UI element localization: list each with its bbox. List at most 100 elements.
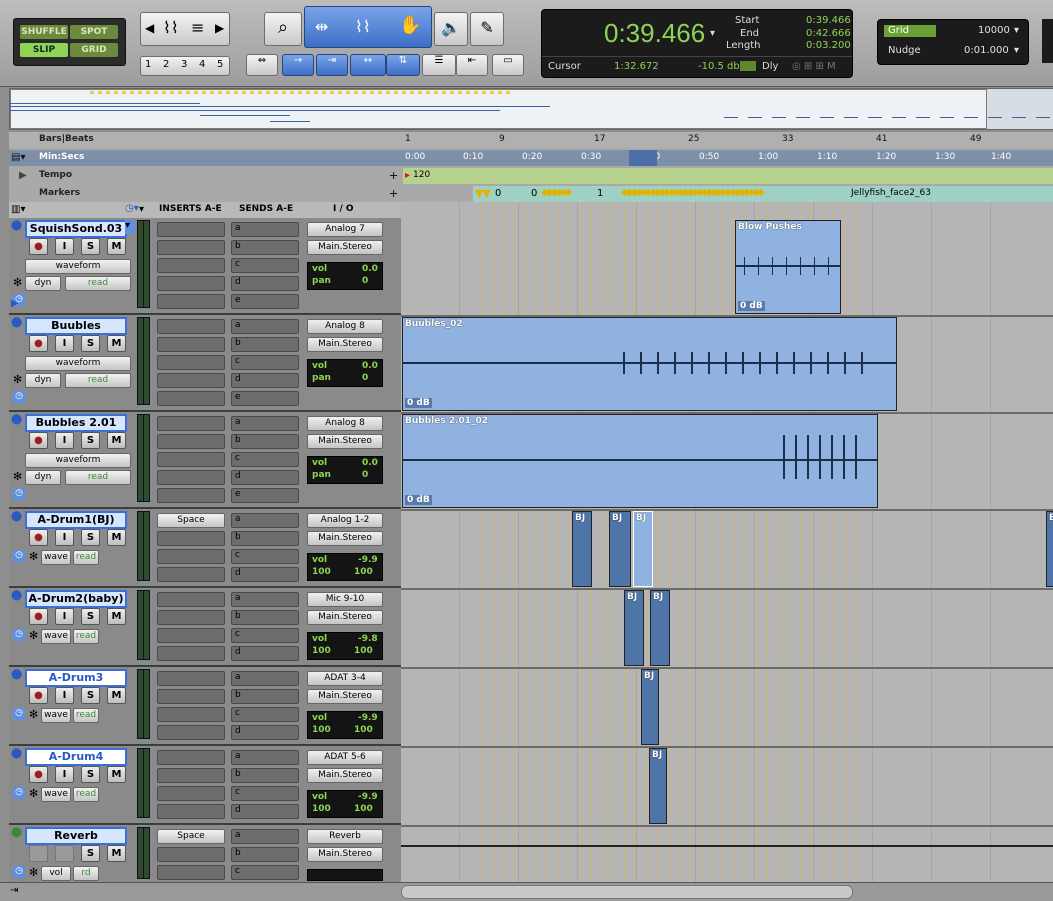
volume-value[interactable]: -9.9 xyxy=(358,555,378,565)
drum-clip[interactable]: BJ xyxy=(609,511,631,587)
mirror-midi-button[interactable]: ⇅ xyxy=(386,54,420,76)
mute-button[interactable]: M xyxy=(107,529,126,546)
spot-mode-button[interactable]: SPOT xyxy=(70,25,118,39)
shuffle-mode-button[interactable]: SHUFFLE xyxy=(20,25,68,39)
send-slot-e[interactable]: e xyxy=(231,294,299,309)
input-monitor-button[interactable]: I xyxy=(55,766,74,783)
send-slot-a[interactable]: a xyxy=(231,222,299,237)
insert-slot-b[interactable] xyxy=(157,337,225,352)
automation-mode-selector[interactable]: read xyxy=(65,373,131,388)
track-name[interactable]: A-Drum1(BJ) xyxy=(25,511,127,529)
audio-clip[interactable]: Buubles_02 0 dB xyxy=(402,317,897,411)
record-enable-button[interactable]: ● xyxy=(29,529,48,546)
insert-slot-e[interactable] xyxy=(157,391,225,406)
ruler-menu-icon[interactable]: ▤▾ xyxy=(11,152,25,163)
volume-value[interactable]: 0.0 xyxy=(362,361,378,371)
insert-slot-d[interactable] xyxy=(157,373,225,388)
drum-clip[interactable]: BJ xyxy=(641,669,659,745)
timebase-icon[interactable]: ◷ xyxy=(13,550,25,562)
track-color-icon[interactable]: ⬤ xyxy=(11,317,22,328)
insert-slot-b[interactable] xyxy=(157,531,225,546)
input-monitor-button[interactable]: I xyxy=(55,608,74,625)
insert-plugin-a[interactable]: Space xyxy=(157,513,225,528)
input-selector[interactable]: Analog 1-2 xyxy=(307,513,383,528)
pan-left-value[interactable]: 100 xyxy=(312,646,331,656)
zoom-waveform-button[interactable]: ◀ ⌇⌇ ≡ ▶ xyxy=(140,12,230,46)
dly-label[interactable]: Dly xyxy=(762,61,778,72)
record-enable-button[interactable]: ● xyxy=(29,335,48,352)
input-selector[interactable]: ADAT 5-6 xyxy=(307,750,383,765)
insert-slot-a[interactable] xyxy=(157,592,225,607)
automation-mode-selector[interactable]: read xyxy=(65,276,131,291)
solo-button[interactable]: S xyxy=(81,845,100,862)
grid-mode-button[interactable]: GRID xyxy=(70,43,118,57)
insert-slot-b[interactable] xyxy=(157,847,225,862)
record-enable-button[interactable]: ● xyxy=(29,608,48,625)
main-counter[interactable]: 0:39.466 xyxy=(604,18,705,49)
column-menu-icon[interactable]: ▥▾ xyxy=(11,204,25,215)
elastic-audio-icon[interactable]: ✻ xyxy=(29,708,38,721)
automation-view-selector[interactable]: dyn xyxy=(25,470,61,485)
insert-slot-c[interactable] xyxy=(157,355,225,370)
timebase-icon[interactable]: ◷ xyxy=(13,629,25,641)
clip-gain[interactable]: 0 dB xyxy=(405,398,432,408)
send-slot-c[interactable]: c xyxy=(231,628,299,643)
timebase-icon[interactable]: ◷ xyxy=(13,787,25,799)
insert-slot-c[interactable] xyxy=(157,628,225,643)
mute-button[interactable]: M xyxy=(107,238,126,255)
automation-view-selector[interactable]: dyn xyxy=(25,276,61,291)
min-secs-ruler[interactable]: ▤▾ Min:Secs 0:00 0:10 0:20 0:30 0:40 0:5… xyxy=(9,150,1053,166)
automation-mode-selector[interactable]: read xyxy=(73,787,99,802)
send-slot-a[interactable]: a xyxy=(231,416,299,431)
output-selector[interactable]: Main.Stereo xyxy=(307,768,383,783)
send-slot-b[interactable]: b xyxy=(231,768,299,783)
drum-clip[interactable]: BJ xyxy=(649,748,667,824)
overview-visible-range[interactable] xyxy=(10,89,987,129)
pan-left-value[interactable]: 100 xyxy=(312,567,331,577)
track-view-selector[interactable]: vol xyxy=(41,866,71,881)
output-selector[interactable]: Main.Stereo xyxy=(307,531,383,546)
pan-value[interactable]: 0 xyxy=(362,276,368,286)
end-value[interactable]: 0:42.666 xyxy=(806,28,851,39)
send-slot-c[interactable]: c xyxy=(231,707,299,722)
input-selector[interactable]: Analog 8 xyxy=(307,319,383,334)
pan-left-value[interactable]: 100 xyxy=(312,804,331,814)
timebase-icon[interactable]: ◷ xyxy=(13,708,25,720)
track-color-icon[interactable]: ⬤ xyxy=(11,511,22,522)
track-name[interactable]: SquishSond.03 xyxy=(25,220,127,238)
input-monitor-button[interactable]: I xyxy=(55,529,74,546)
track-name[interactable]: A-Drum3 xyxy=(25,669,127,687)
zoom-preset-3[interactable]: 3 xyxy=(181,59,187,70)
insert-slot-d[interactable] xyxy=(157,567,225,582)
nudge-value[interactable]: 0:01.000 xyxy=(964,45,1009,56)
add-marker-icon[interactable]: + xyxy=(389,187,398,200)
solo-button[interactable]: S xyxy=(81,529,100,546)
insert-slot-a[interactable] xyxy=(157,671,225,686)
solo-button[interactable]: S xyxy=(81,608,100,625)
volume-value[interactable]: -9.9 xyxy=(358,792,378,802)
output-selector[interactable]: Main.Stereo xyxy=(307,610,383,625)
mute-button[interactable]: M xyxy=(107,687,126,704)
insert-slot-a[interactable] xyxy=(157,416,225,431)
automation-mode-selector[interactable]: read xyxy=(65,470,131,485)
volume-value[interactable]: 0.0 xyxy=(362,458,378,468)
automation-view-selector[interactable]: dyn xyxy=(25,373,61,388)
marker-flags-icon[interactable]: ▼▼ xyxy=(475,187,491,200)
track-color-icon[interactable]: ⬤ xyxy=(11,748,22,759)
volume-value[interactable]: 0.0 xyxy=(362,264,378,274)
track-color-icon[interactable]: ⬤ xyxy=(11,220,22,231)
tempo-ruler[interactable]: ▶ Tempo + ▸ 120 xyxy=(9,168,1053,184)
link-timeline-button[interactable]: ⇔ xyxy=(246,54,278,76)
input-selector[interactable]: Analog 8 xyxy=(307,416,383,431)
send-slot-a[interactable]: a xyxy=(231,592,299,607)
automation-mode-selector[interactable]: rd xyxy=(73,866,99,881)
scrubber-tool-button[interactable]: 🔈 xyxy=(434,12,468,46)
insert-slot-d[interactable] xyxy=(157,804,225,819)
timebase-clock-icon[interactable]: ◷▾ xyxy=(125,203,139,214)
link-track-edit-button[interactable]: ⇥ xyxy=(316,54,348,76)
track-view-selector[interactable]: wave xyxy=(41,629,71,644)
zoom-preset-4[interactable]: 4 xyxy=(199,59,205,70)
pan-right-value[interactable]: 100 xyxy=(354,804,373,814)
insert-slot-d[interactable] xyxy=(157,646,225,661)
pan-right-value[interactable]: 100 xyxy=(354,725,373,735)
